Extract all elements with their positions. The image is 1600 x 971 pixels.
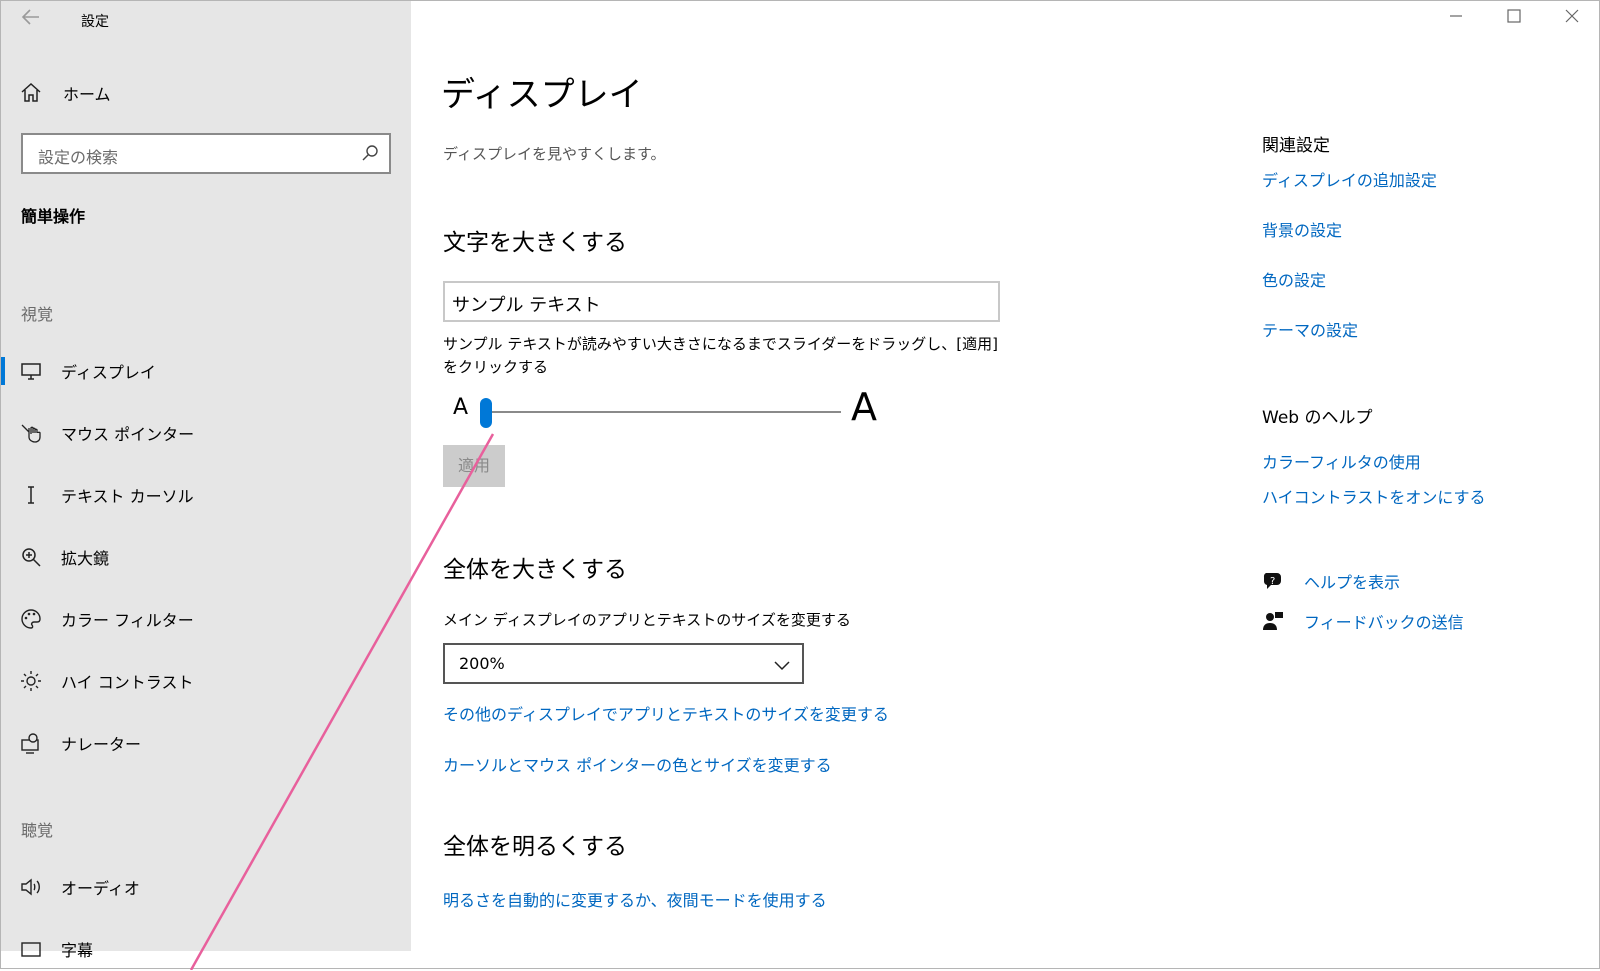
sidebar-item-high-contrast[interactable]: ハイ コントラスト	[1, 659, 411, 703]
slider-thumb[interactable]	[480, 398, 492, 428]
monitor-icon	[20, 360, 42, 382]
help-link[interactable]: カラーフィルタの使用	[1262, 449, 1421, 473]
app-title: 設定	[81, 14, 109, 30]
minimize-icon[interactable]	[1441, 7, 1471, 31]
sidebar-item-magnifier[interactable]: 拡大鏡	[1, 535, 411, 579]
sun-icon	[20, 670, 42, 692]
feedback-icon	[1262, 610, 1284, 632]
home-nav-item[interactable]: ホーム	[19, 79, 111, 107]
sidebar: 設定 ホーム 設定の検索 簡単操作 視覚 ディスプレイ マウス ポインター テキ…	[1, 1, 411, 960]
scale-heading: 全体を大きくする	[443, 557, 627, 583]
search-placeholder: 設定の検索	[38, 148, 119, 167]
text-size-heading: 文字を大きくする	[443, 230, 627, 256]
related-link[interactable]: テーマの設定	[1262, 317, 1358, 341]
page-subtitle: ディスプレイを見やすくします。	[443, 145, 666, 163]
send-feedback-link[interactable]: フィードバックの送信	[1262, 609, 1464, 633]
apply-button[interactable]: 適用	[443, 445, 505, 487]
maximize-icon[interactable]	[1499, 7, 1529, 31]
web-help-heading: Web のヘルプ	[1262, 408, 1373, 428]
page-title: ディスプレイ	[441, 75, 643, 115]
cursor-settings-link[interactable]: カーソルとマウス ポインターの色とサイズを変更する	[443, 752, 832, 776]
palette-icon	[20, 608, 42, 630]
captions-icon	[20, 938, 42, 960]
svg-text:?: ?	[1270, 576, 1275, 587]
sidebar-item-captions[interactable]: 字幕	[1, 927, 411, 971]
related-link[interactable]: ディスプレイの追加設定	[1262, 167, 1437, 191]
related-settings-heading: 関連設定	[1262, 136, 1330, 156]
speaker-icon	[20, 876, 42, 898]
home-label: ホーム	[63, 85, 111, 104]
show-help-link[interactable]: ? ヘルプを表示	[1262, 569, 1400, 593]
sidebar-item-label: ハイ コントラスト	[61, 673, 194, 692]
sidebar-item-label: 字幕	[61, 941, 94, 960]
sidebar-item-display[interactable]: ディスプレイ	[1, 349, 411, 393]
slider-max-label: A	[851, 385, 877, 429]
other-displays-link[interactable]: その他のディスプレイでアプリとテキストのサイズを変更する	[443, 701, 889, 725]
narrator-icon	[20, 732, 42, 754]
sidebar-item-audio[interactable]: オーディオ	[1, 865, 411, 909]
related-link[interactable]: 色の設定	[1262, 267, 1326, 291]
scale-description: メイン ディスプレイのアプリとテキストのサイズを変更する	[443, 611, 851, 629]
related-link[interactable]: 背景の設定	[1262, 217, 1342, 241]
sidebar-item-mouse-pointer[interactable]: マウス ポインター	[1, 411, 411, 455]
back-arrow-icon[interactable]	[21, 7, 45, 31]
sidebar-item-label: テキスト カーソル	[61, 487, 194, 506]
sidebar-item-label: ディスプレイ	[61, 363, 156, 382]
chevron-down-icon	[774, 657, 790, 671]
search-input[interactable]: 設定の検索	[21, 133, 391, 174]
sidebar-item-color-filter[interactable]: カラー フィルター	[1, 597, 411, 641]
brightness-heading: 全体を明るくする	[443, 834, 627, 860]
sample-text-box: サンプル テキスト	[443, 281, 1000, 322]
home-icon	[19, 81, 43, 105]
sidebar-item-label: オーディオ	[61, 879, 140, 898]
scale-value: 200%	[459, 654, 505, 673]
text-cursor-icon	[20, 484, 42, 506]
sidebar-item-label: マウス ポインター	[61, 425, 195, 444]
section-title: 簡単操作	[21, 207, 86, 226]
sidebar-item-text-cursor[interactable]: テキスト カーソル	[1, 473, 411, 517]
group-hearing-heading: 聴覚	[21, 821, 54, 840]
magnifier-icon	[20, 546, 42, 568]
text-size-slider[interactable]	[486, 411, 841, 413]
sidebar-item-label: ナレーター	[61, 735, 142, 754]
search-icon[interactable]	[361, 144, 379, 162]
sidebar-item-narrator[interactable]: ナレーター	[1, 721, 411, 765]
show-help-label: ヘルプを表示	[1304, 573, 1401, 592]
brightness-link[interactable]: 明るさを自動的に変更するか、夜間モードを使用する	[443, 887, 827, 911]
slider-description: サンプル テキストが読みやすい大きさになるまでスライダーをドラッグし、[適用] …	[443, 335, 998, 376]
slider-min-label: A	[453, 395, 469, 420]
scale-dropdown[interactable]: 200%	[443, 643, 804, 684]
settings-window: 設定 ホーム 設定の検索 簡単操作 視覚 ディスプレイ マウス ポインター テキ…	[0, 0, 1600, 970]
sidebar-item-label: 拡大鏡	[61, 549, 110, 568]
group-vision-heading: 視覚	[21, 305, 54, 324]
send-feedback-label: フィードバックの送信	[1304, 613, 1464, 632]
sidebar-item-label: カラー フィルター	[61, 611, 194, 630]
close-icon[interactable]	[1557, 7, 1587, 31]
sample-text: サンプル テキスト	[452, 295, 601, 316]
help-chat-icon: ?	[1262, 570, 1284, 592]
mouse-pointer-icon	[20, 422, 42, 444]
help-link[interactable]: ハイコントラストをオンにする	[1262, 484, 1486, 508]
